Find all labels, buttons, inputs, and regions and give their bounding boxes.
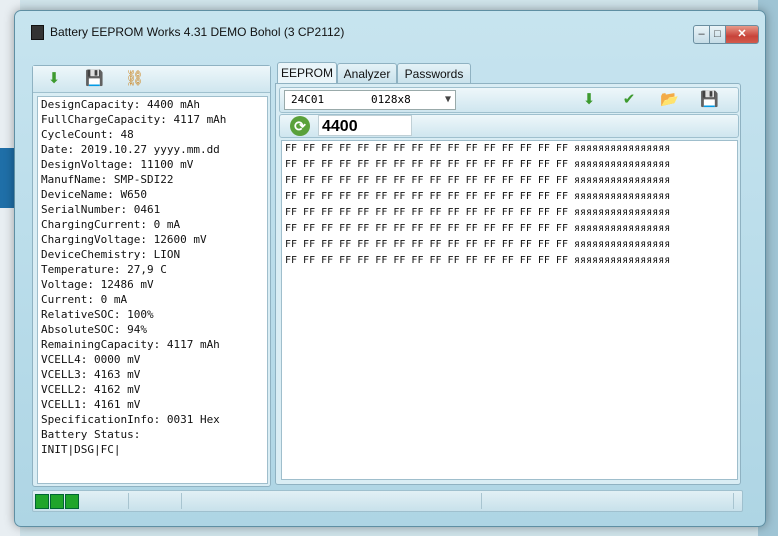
- download-arrow-icon[interactable]: ⬇: [580, 91, 598, 109]
- size-toolbar: ⟳ 4400: [279, 114, 739, 138]
- status-bar: [32, 490, 743, 512]
- status-separator: [128, 493, 129, 509]
- hex-row: FF FF FF FF FF FF FF FF FF FF FF FF FF F…: [285, 175, 671, 186]
- refresh-icon[interactable]: ⟳: [290, 116, 310, 136]
- save-disk-icon[interactable]: 💾: [85, 70, 104, 88]
- battery-info-line: Voltage: 12486 mV: [41, 278, 154, 291]
- hex-row: FF FF FF FF FF FF FF FF FF FF FF FF FF F…: [285, 191, 671, 202]
- hex-row: FF FF FF FF FF FF FF FF FF FF FF FF FF F…: [285, 239, 671, 250]
- battery-info-line: DesignCapacity: 4400 mAh: [41, 98, 200, 111]
- status-led: [65, 494, 79, 509]
- app-icon: [31, 25, 44, 40]
- chip-name: 24C01: [291, 93, 325, 106]
- battery-info-list: DesignCapacity: 4400 mAh FullChargeCapaci…: [37, 96, 268, 484]
- chip-size: 0128x8: [371, 93, 411, 106]
- save-disk-icon[interactable]: 💾: [700, 91, 719, 109]
- close-button[interactable]: ✕: [725, 25, 759, 44]
- battery-info-line: DesignVoltage: 11100 mV: [41, 158, 194, 171]
- battery-info-line: RelativeSOC: 100%: [41, 308, 154, 321]
- minimize-button[interactable]: –: [693, 25, 710, 44]
- right-panel: EEPROM Analyzer Passwords 24C01 0128x8 ▼…: [275, 62, 741, 485]
- desktop-background-accent: [0, 148, 14, 208]
- battery-info-line: INIT|DSG|FC|: [41, 443, 121, 456]
- hex-row: FF FF FF FF FF FF FF FF FF FF FF FF FF F…: [285, 255, 671, 266]
- battery-info-line: DeviceChemistry: LION: [41, 248, 181, 261]
- status-led: [35, 494, 49, 509]
- title-bar[interactable]: Battery EEPROM Works 4.31 DEMO Bohol (3 …: [15, 11, 765, 45]
- eeprom-toolbar: 24C01 0128x8 ▼ ⬇ ✔ 📂 💾: [279, 87, 739, 113]
- hex-row: FF FF FF FF FF FF FF FF FF FF FF FF FF F…: [285, 223, 671, 234]
- battery-info-line: FullChargeCapacity: 4117 mAh: [41, 113, 227, 126]
- tab-analyzer[interactable]: Analyzer: [337, 63, 397, 84]
- battery-info-line: ManufName: SMP-SDI22: [41, 173, 174, 186]
- battery-info-line: ChargingVoltage: 12600 mV: [41, 233, 207, 246]
- battery-info-line: VCELL2: 4162 mV: [41, 383, 141, 396]
- battery-info-line: AbsoluteSOC: 94%: [41, 323, 147, 336]
- battery-info-line: VCELL3: 4163 mV: [41, 368, 141, 381]
- battery-info-line: VCELL1: 4161 mV: [41, 398, 141, 411]
- chip-select-dropdown[interactable]: 24C01 0128x8 ▼: [284, 90, 456, 110]
- battery-info-panel: ⬇ 💾 ⛓ DesignCapacity: 4400 mAh FullCharge…: [32, 65, 271, 487]
- battery-info-line: Date: 2019.10.27 yyyy.mm.dd: [41, 143, 220, 156]
- window-title: Battery EEPROM Works 4.31 DEMO Bohol (3 …: [50, 25, 345, 39]
- tab-eeprom[interactable]: EEPROM: [277, 62, 337, 85]
- main-window: Battery EEPROM Works 4.31 DEMO Bohol (3 …: [14, 10, 766, 527]
- download-arrow-icon[interactable]: ⬇: [45, 70, 63, 88]
- battery-info-line: SerialNumber: 0461: [41, 203, 161, 216]
- left-toolbar: ⬇ 💾 ⛓: [33, 66, 270, 93]
- battery-info-line: SpecificationInfo: 0031 Hex: [41, 413, 220, 426]
- hex-row: FF FF FF FF FF FF FF FF FF FF FF FF FF F…: [285, 207, 671, 218]
- chevron-down-icon: ▼: [444, 94, 451, 105]
- battery-info-line: VCELL4: 0000 mV: [41, 353, 141, 366]
- size-value-field[interactable]: 4400: [318, 115, 412, 136]
- eeprom-tab-content: 24C01 0128x8 ▼ ⬇ ✔ 📂 💾 ⟳ 4400 FF FF FF F…: [275, 83, 741, 485]
- check-icon[interactable]: ✔: [620, 91, 638, 109]
- battery-info-line: DeviceName: W650: [41, 188, 147, 201]
- maximize-button[interactable]: □: [709, 25, 726, 44]
- status-separator: [733, 493, 734, 509]
- hex-row: FF FF FF FF FF FF FF FF FF FF FF FF FF F…: [285, 159, 671, 170]
- tree-structure-icon[interactable]: ⛓: [125, 70, 144, 88]
- battery-info-line: CycleCount: 48: [41, 128, 134, 141]
- open-folder-icon[interactable]: 📂: [660, 91, 679, 109]
- battery-info-line: ChargingCurrent: 0 mA: [41, 218, 181, 231]
- battery-info-line: Battery Status:: [41, 428, 141, 441]
- battery-info-line: Current: 0 mA: [41, 293, 128, 306]
- hex-row: FF FF FF FF FF FF FF FF FF FF FF FF FF F…: [285, 143, 671, 154]
- status-separator: [181, 493, 182, 509]
- status-led: [50, 494, 64, 509]
- hex-dump-view[interactable]: FF FF FF FF FF FF FF FF FF FF FF FF FF F…: [281, 140, 738, 480]
- tab-passwords[interactable]: Passwords: [397, 63, 471, 84]
- battery-info-line: Temperature: 27,9 C: [41, 263, 167, 276]
- battery-info-line: RemainingCapacity: 4117 mAh: [41, 338, 220, 351]
- status-separator: [481, 493, 482, 509]
